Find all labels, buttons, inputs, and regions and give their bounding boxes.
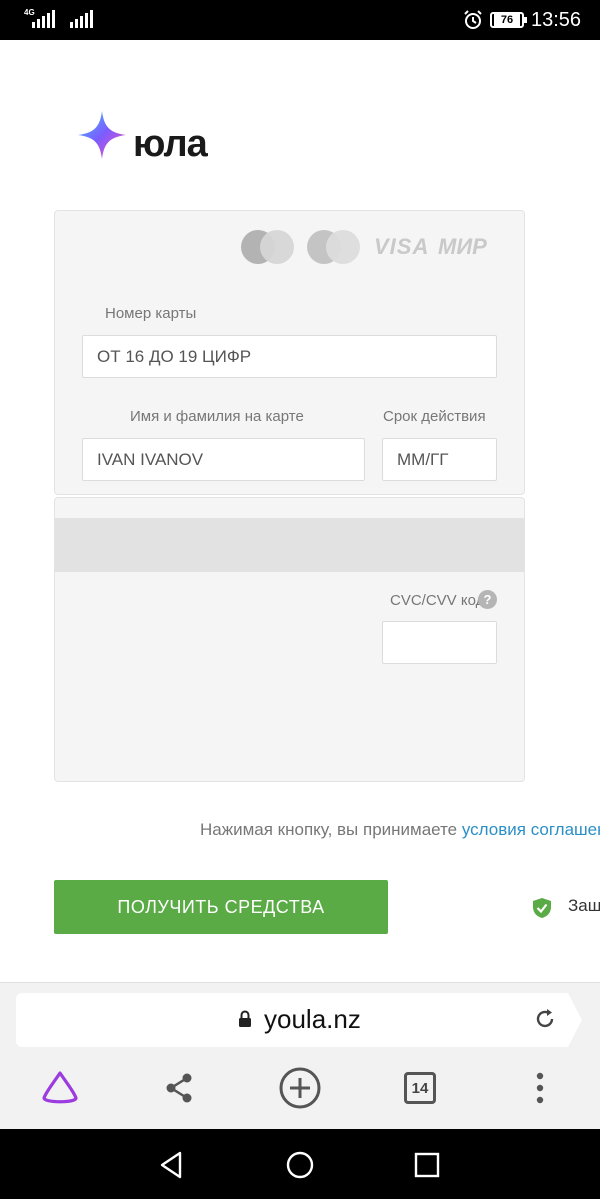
tabs-icon[interactable]: 14 [398, 1066, 442, 1110]
expiry-input[interactable]: ММ/ГГ [382, 438, 497, 481]
star-sparkle-icon [78, 111, 126, 159]
alarm-icon [464, 10, 482, 29]
lock-icon [239, 1010, 251, 1027]
signal-icon [32, 10, 55, 28]
mastercard-icon [241, 230, 295, 264]
expiry-label: Срок действия [383, 408, 486, 425]
clock: 13:56 [531, 9, 582, 31]
cvc-input[interactable] [382, 621, 497, 664]
alice-icon[interactable] [38, 1066, 82, 1110]
back-icon[interactable] [155, 1148, 189, 1182]
more-icon[interactable] [518, 1066, 562, 1110]
new-tab-icon[interactable] [278, 1066, 322, 1110]
visa-logo: VISA [374, 234, 430, 259]
share-icon[interactable] [157, 1066, 201, 1110]
home-icon[interactable] [283, 1148, 317, 1182]
help-icon[interactable]: ? [478, 590, 497, 609]
recents-icon[interactable] [410, 1148, 444, 1182]
cvc-label: CVC/CVV код [390, 592, 485, 609]
shield-check-icon [533, 898, 551, 918]
terms-link[interactable]: условия соглашения [462, 820, 600, 839]
reload-icon[interactable] [533, 1007, 557, 1031]
secure-label: Защищено [568, 896, 600, 915]
holder-name-input[interactable]: IVAN IVANOV [82, 438, 365, 481]
card-number-label: Номер карты [105, 305, 197, 322]
get-funds-button[interactable]: ПОЛУЧИТЬ СРЕДСТВА [54, 880, 388, 934]
battery-level: 76 [494, 14, 520, 26]
brand-logo-text: юла [133, 123, 208, 165]
mir-logo: МИР [438, 234, 487, 259]
tabs-count: 14 [404, 1072, 436, 1104]
card-number-input[interactable]: ОТ 16 ДО 19 ЦИФР [82, 335, 497, 378]
terms-text: Нажимая кнопку, вы принимаете условия со… [200, 820, 600, 840]
maestro-icon [307, 230, 361, 264]
holder-name-label: Имя и фамилия на карте [130, 408, 304, 425]
signal-icon [70, 10, 93, 28]
battery-icon: 76 [490, 12, 527, 28]
url-text[interactable]: youla.nz [264, 1004, 361, 1035]
magnetic-stripe [55, 518, 524, 572]
terms-prefix: Нажимая кнопку, вы принимаете [200, 820, 462, 839]
status-bar: 4G 76 13:56 [0, 0, 600, 40]
